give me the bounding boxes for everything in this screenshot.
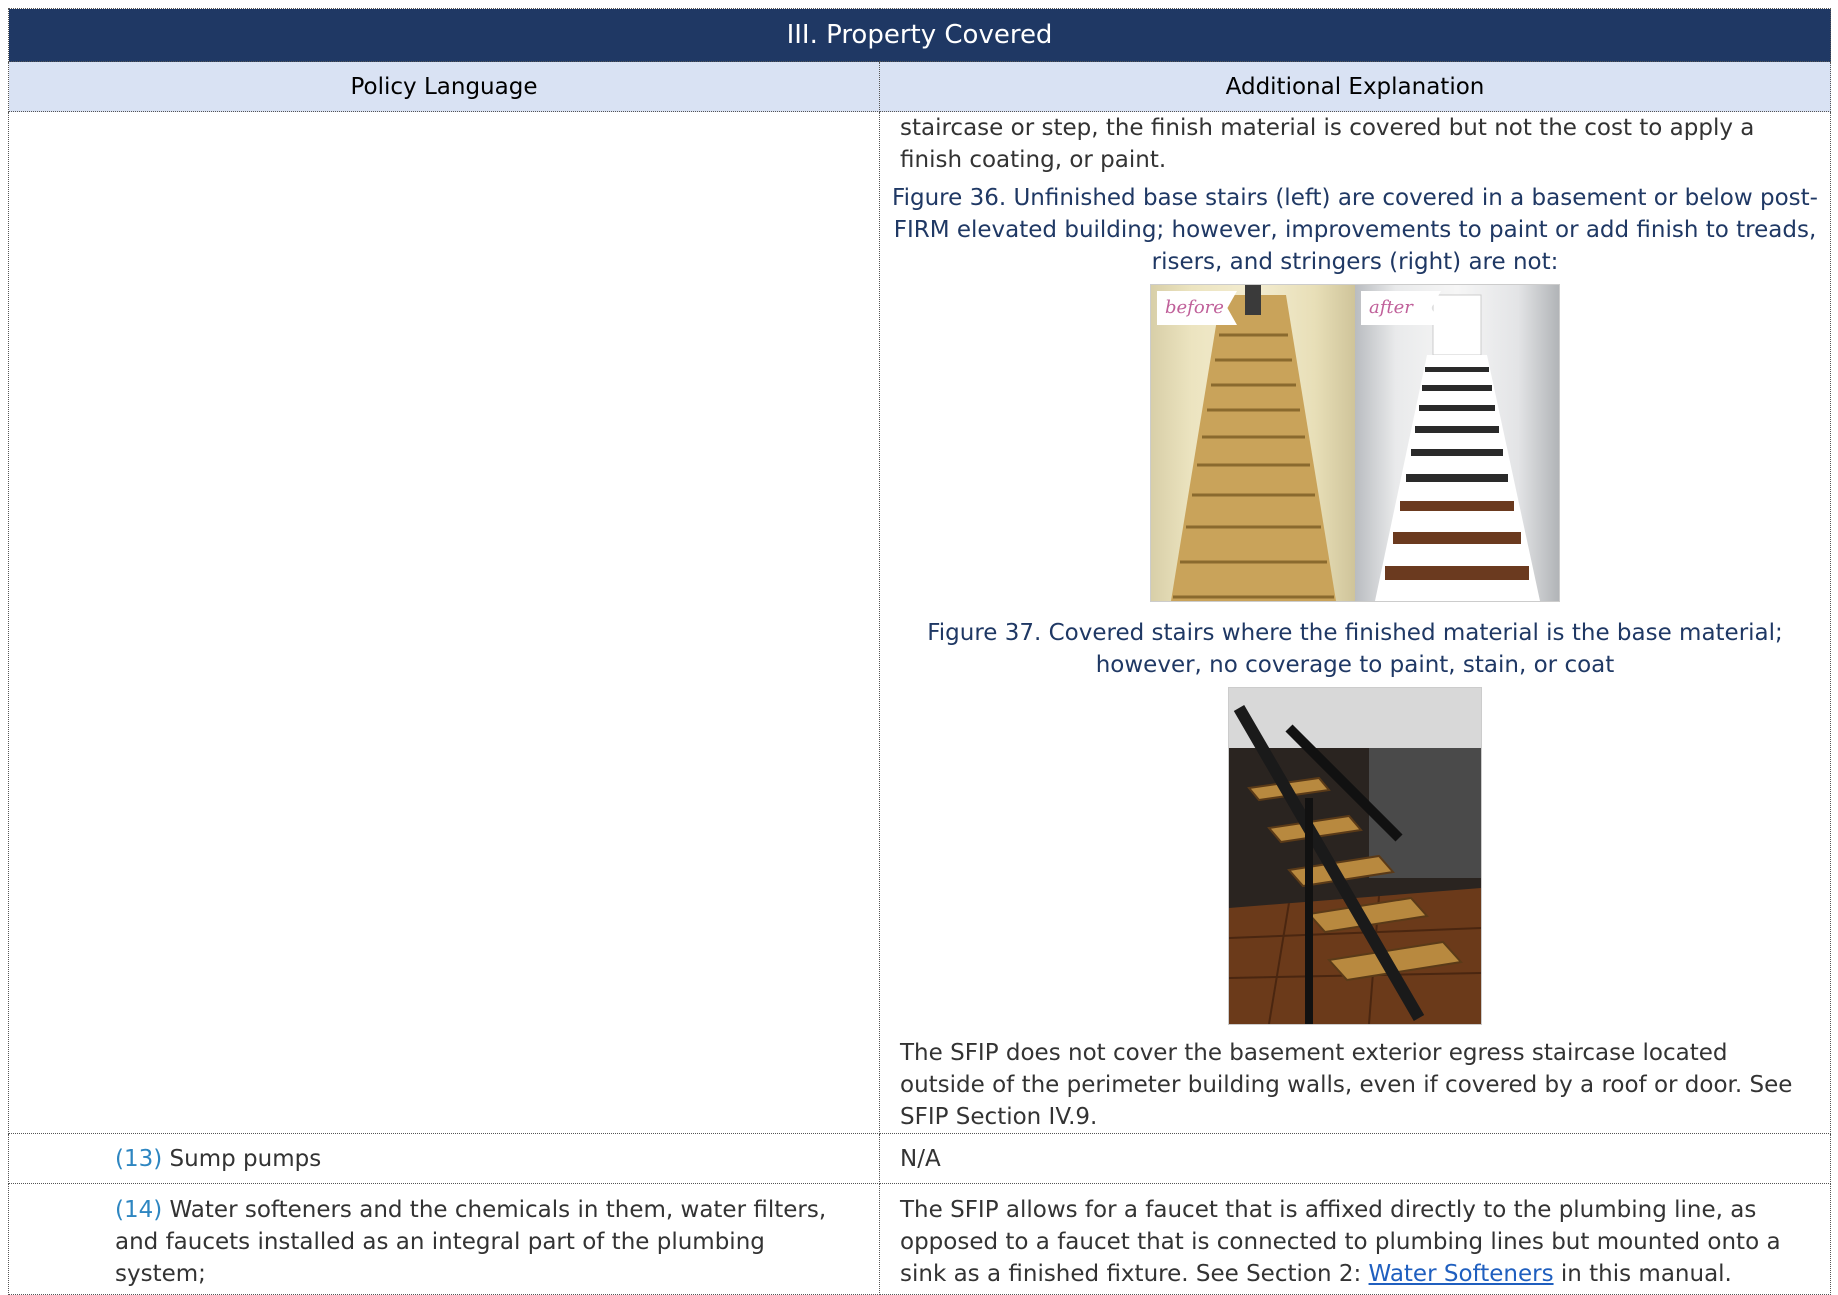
policy-text: Water softeners and the chemicals in the…: [115, 1197, 827, 1287]
table-row: (13) Sump pumps N/A: [8, 1133, 1832, 1184]
column-header-policy-language: Policy Language: [8, 61, 880, 112]
explanation-intro-text: staircase or step, the finish material i…: [900, 115, 1755, 173]
item-number: (13): [115, 1145, 163, 1172]
unfinished-stairs-image: before: [1151, 285, 1355, 601]
figure-37-caption: Figure 37. Covered stairs where the fini…: [927, 620, 1783, 678]
column-header-additional-explanation: Additional Explanation: [878, 61, 1832, 112]
document-page: III. Property Covered Policy Language Ad…: [7, 8, 1832, 1295]
explanation-text-end: in this manual.: [1553, 1261, 1732, 1287]
figure-37-image: [1228, 687, 1482, 1025]
policy-cell-empty: [8, 111, 880, 1134]
after-label: after: [1361, 291, 1441, 325]
policy-item-water-softeners: (14) Water softeners and the chemicals i…: [9, 1184, 879, 1290]
figure-36-container: before after: [880, 284, 1830, 605]
water-softeners-link[interactable]: Water Softeners: [1369, 1261, 1554, 1287]
policy-item-sump-pumps: (13) Sump pumps: [9, 1143, 879, 1175]
policy-text: Sump pumps: [169, 1145, 322, 1172]
finished-stairs-icon: [1375, 294, 1540, 601]
explanation-cell: The SFIP allows for a faucet that is aff…: [878, 1183, 1832, 1295]
column-header-row: Policy Language Additional Explanation: [8, 61, 1832, 112]
table-row: (14) Water softeners and the chemicals i…: [8, 1183, 1832, 1295]
figure-36-image: before after: [1150, 284, 1560, 602]
policy-cell: (13) Sump pumps: [8, 1133, 880, 1184]
table-title: III. Property Covered: [7, 8, 1832, 62]
table-row: staircase or step, the finish material i…: [8, 111, 1832, 1134]
explanation-text: N/A: [900, 1145, 941, 1172]
policy-cell: (14) Water softeners and the chemicals i…: [8, 1183, 880, 1295]
item-number: (14): [115, 1197, 163, 1223]
explanation-closing-text: The SFIP does not cover the basement ext…: [900, 1040, 1793, 1130]
explanation-text: The SFIP allows for a faucet that is aff…: [880, 1184, 1830, 1290]
unfinished-stairs-icon: [1171, 285, 1336, 601]
figure-37-container: [880, 687, 1830, 1029]
before-label: before: [1157, 291, 1237, 325]
property-covered-table: III. Property Covered Policy Language Ad…: [7, 8, 1832, 1295]
open-stairs-icon: [1229, 688, 1481, 1024]
figure-36-caption: Figure 36. Unfinished base stairs (left)…: [892, 185, 1818, 275]
table-title-row: III. Property Covered: [7, 8, 1832, 62]
finished-stairs-image: after: [1355, 285, 1559, 601]
explanation-cell: staircase or step, the finish material i…: [878, 111, 1832, 1134]
explanation-cell: N/A: [878, 1133, 1832, 1184]
